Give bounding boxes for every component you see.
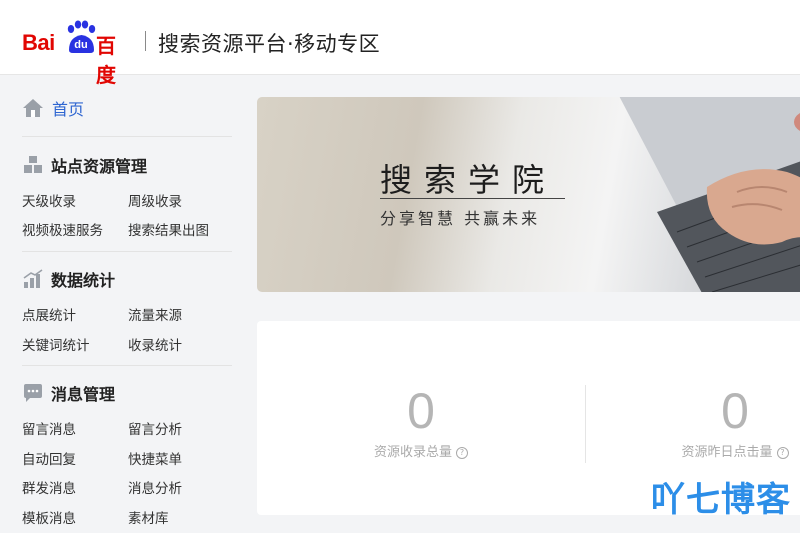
search-academy-banner[interactable]: 搜索学院 分享智慧 共赢未来 (257, 97, 800, 292)
nav-link-search-images[interactable]: 搜索结果出图 (128, 219, 209, 239)
nav-link-daily-index[interactable]: 天级收录 (22, 190, 76, 210)
cubes-icon (24, 156, 42, 173)
stat-label: 资源昨日点击量? (585, 441, 800, 460)
nav-link-traffic-source[interactable]: 流量来源 (128, 304, 182, 324)
header-divider (145, 31, 146, 51)
section-messages: 消息管理 (22, 382, 115, 404)
help-icon[interactable]: ? (456, 446, 468, 459)
home-icon (23, 99, 43, 117)
section-label: 数据统计 (51, 271, 116, 290)
help-icon[interactable]: ? (776, 446, 789, 459)
stat-label-text: 资源昨日点击量 (681, 445, 773, 460)
sidebar: 首页 站点资源管理 天级收录 周级收录 视频极速服务 搜索结果出图 数据统计 点… (0, 74, 245, 533)
bar-chart-icon (23, 269, 43, 288)
nav-link-keyword-stats[interactable]: 关键词统计 (22, 334, 90, 354)
stat-label: 资源收录总量? (271, 441, 571, 460)
banner-subtitle: 分享智慧 共赢未来 (380, 209, 541, 228)
stat-value: 0 (407, 383, 435, 439)
banner-underline (380, 198, 565, 199)
nav-link-materials[interactable]: 素材库 (128, 507, 169, 527)
nav-link-broadcast[interactable]: 群发消息 (22, 477, 76, 497)
stat-total-indexed: 0 资源收录总量? (271, 383, 571, 460)
nav-link-weekly-index[interactable]: 周级收录 (128, 190, 182, 210)
nav-link-message-analysis[interactable]: 留言分析 (128, 418, 182, 438)
section-site-resources: 站点资源管理 (22, 154, 147, 176)
section-data-stats: 数据统计 (22, 268, 115, 290)
home-label: 首页 (52, 100, 85, 119)
nav-link-msg-analytics[interactable]: 消息分析 (128, 477, 182, 497)
section-label: 站点资源管理 (51, 157, 148, 176)
sidebar-divider (22, 365, 232, 366)
nav-link-auto-reply[interactable]: 自动回复 (22, 448, 76, 468)
nav-link-quick-menu[interactable]: 快捷菜单 (128, 448, 182, 468)
logo-text-bai: Bai (22, 30, 55, 55)
section-label: 消息管理 (51, 385, 116, 404)
nav-link-video-service[interactable]: 视频极速服务 (22, 219, 103, 239)
logo-text-du: du (74, 39, 88, 51)
stat-label-text: 资源收录总量 (373, 445, 452, 460)
nav-link-messages[interactable]: 留言消息 (22, 418, 76, 438)
chat-bubble-icon (24, 384, 42, 402)
stat-value: 0 (721, 383, 749, 439)
nav-link-impressions[interactable]: 点展统计 (22, 304, 76, 324)
platform-title: 搜索资源平台·移动专区 (158, 32, 381, 56)
sidebar-divider (22, 251, 232, 252)
banner-title: 搜索学院 (380, 161, 557, 199)
top-header: Bai du 百度 搜索资源平台·移动专区 (0, 0, 800, 87)
sidebar-item-home[interactable]: 首页 (22, 96, 84, 120)
nav-link-template-msg[interactable]: 模板消息 (22, 507, 76, 527)
laptop-hands-image (619, 97, 800, 292)
stat-yesterday-clicks: 0 资源昨日点击量? (585, 383, 800, 460)
nav-link-index-stats[interactable]: 收录统计 (128, 334, 182, 354)
watermark: 吖七博客 (651, 480, 791, 520)
sidebar-divider (22, 136, 232, 137)
